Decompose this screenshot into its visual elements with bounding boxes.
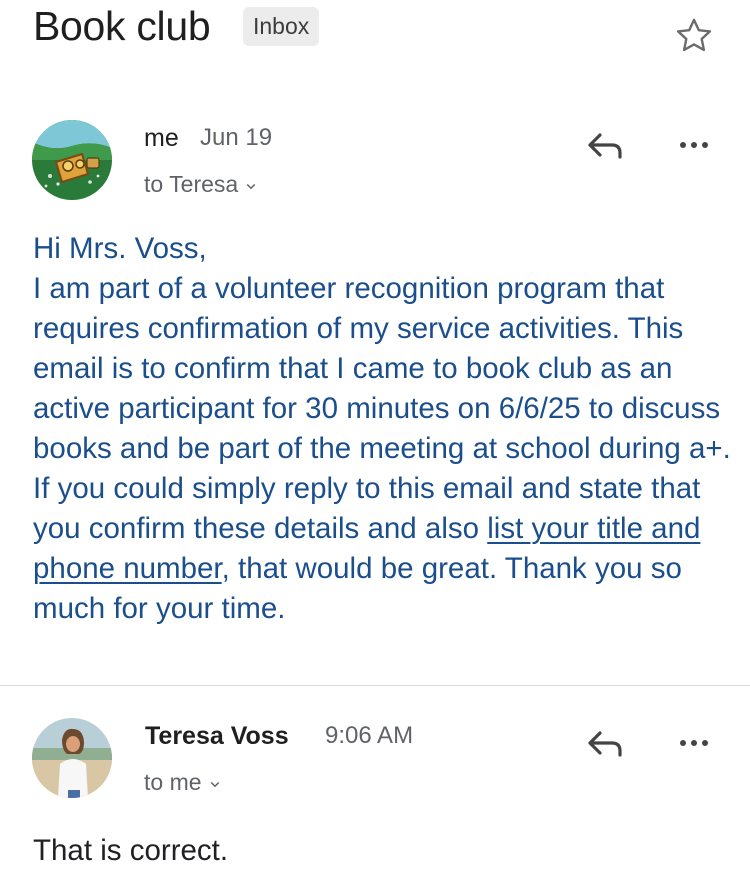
recipients-text: to Teresa bbox=[144, 171, 239, 197]
sender-avatar-me[interactable] bbox=[32, 120, 112, 200]
message-body: Hi Mrs. Voss, I am part of a volunteer r… bbox=[33, 229, 733, 629]
reply-icon[interactable] bbox=[582, 121, 630, 169]
email-subject: Book club bbox=[33, 3, 211, 49]
greeting-line: Hi Mrs. Voss, bbox=[33, 232, 207, 265]
message-divider bbox=[0, 685, 750, 686]
star-icon[interactable] bbox=[672, 14, 716, 58]
more-options-icon[interactable] bbox=[670, 121, 718, 169]
recipients-text: to me bbox=[144, 769, 202, 795]
recipients-toggle[interactable]: to Teresa bbox=[144, 169, 260, 199]
body-text-before-link: I am part of a volunteer recognition pro… bbox=[33, 272, 731, 545]
chevron-down-icon bbox=[246, 183, 256, 190]
message-time: Jun 19 bbox=[200, 124, 273, 151]
more-options-icon[interactable] bbox=[670, 719, 718, 767]
sender-avatar-teresa[interactable] bbox=[32, 718, 112, 798]
message-time: 9:06 AM bbox=[325, 722, 414, 749]
chevron-down-icon bbox=[210, 781, 219, 788]
recipients-toggle[interactable]: to me bbox=[144, 767, 224, 797]
sender-name: me bbox=[144, 124, 179, 152]
inbox-label-chip[interactable]: Inbox bbox=[243, 7, 320, 46]
body-paragraph: I am part of a volunteer recognition pro… bbox=[33, 269, 733, 629]
sender-name: Teresa Voss bbox=[145, 722, 289, 750]
message-body: That is correct. bbox=[33, 834, 229, 867]
reply-icon[interactable] bbox=[582, 719, 630, 767]
